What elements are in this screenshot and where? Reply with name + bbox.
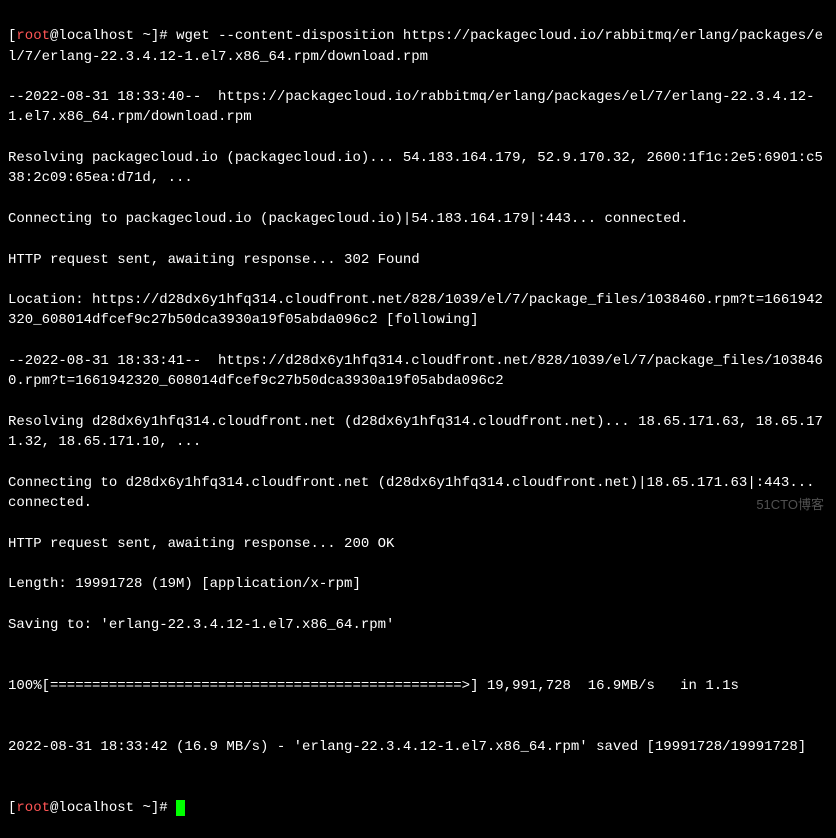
output-line: HTTP request sent, awaiting response... … <box>8 534 828 554</box>
prompt-line[interactable]: [root@localhost ~]# <box>8 798 828 818</box>
output-line: HTTP request sent, awaiting response... … <box>8 250 828 270</box>
output-line: Location: https://d28dx6y1hfq314.cloudfr… <box>8 290 828 331</box>
prompt-path: ~ <box>142 28 150 44</box>
prompt-open: [ <box>8 800 16 816</box>
prompt-symbol: # <box>159 800 167 816</box>
prompt-close: ] <box>151 28 159 44</box>
output-line: Connecting to d28dx6y1hfq314.cloudfront.… <box>8 473 828 514</box>
prompt-path: ~ <box>142 800 150 816</box>
output-line: Resolving packagecloud.io (packagecloud.… <box>8 148 828 189</box>
progress-bar: 100%[===================================… <box>8 676 828 696</box>
output-line: Resolving d28dx6y1hfq314.cloudfront.net … <box>8 412 828 453</box>
prompt-at: @ <box>50 800 58 816</box>
output-line: Length: 19991728 (19M) [application/x-rp… <box>8 574 828 594</box>
prompt-close: ] <box>151 800 159 816</box>
output-line: --2022-08-31 18:33:41-- https://d28dx6y1… <box>8 351 828 392</box>
output-line: Saving to: 'erlang-22.3.4.12-1.el7.x86_6… <box>8 615 828 635</box>
terminal-output: [root@localhost ~]# wget --content-dispo… <box>8 6 828 838</box>
cursor-icon <box>176 800 185 816</box>
prompt-host: localhost <box>58 28 134 44</box>
prompt-host: localhost <box>58 800 134 816</box>
prompt-symbol: # <box>159 28 167 44</box>
prompt-user: root <box>16 800 50 816</box>
output-line: Connecting to packagecloud.io (packagecl… <box>8 209 828 229</box>
output-saved: 2022-08-31 18:33:42 (16.9 MB/s) - 'erlan… <box>8 737 828 757</box>
output-line: --2022-08-31 18:33:40-- https://packagec… <box>8 87 828 128</box>
watermark-text: 51CTO博客 <box>756 496 824 515</box>
command-line: [root@localhost ~]# wget --content-dispo… <box>8 26 828 67</box>
prompt-user: root <box>16 28 50 44</box>
